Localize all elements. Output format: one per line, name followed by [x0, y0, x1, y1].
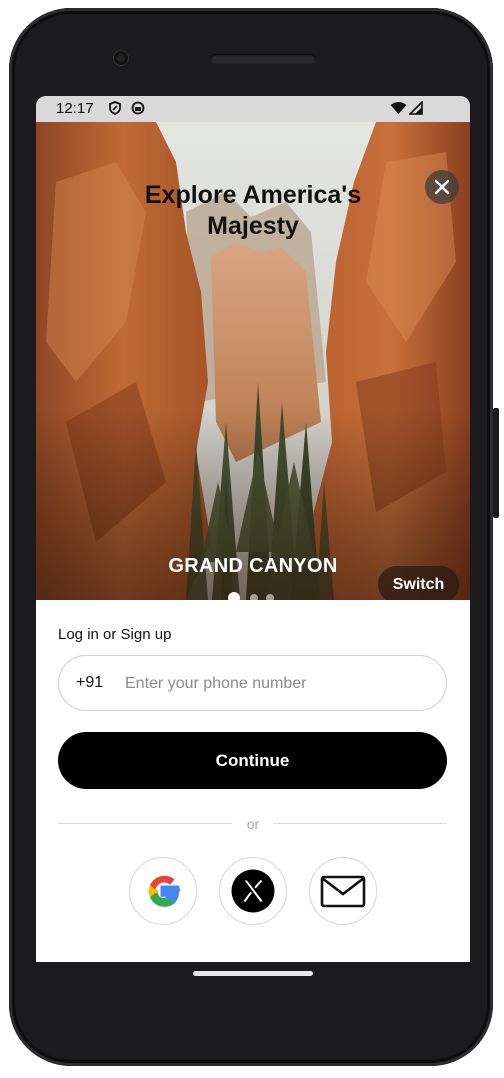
shield-icon: [109, 101, 121, 115]
divider-right: [273, 823, 447, 824]
destination-name: GRAND CANYON: [168, 555, 338, 577]
earpiece-speaker: [210, 54, 316, 64]
x-icon: [231, 869, 275, 913]
status-bar: 12:17: [36, 96, 470, 122]
close-icon: [434, 179, 450, 195]
wifi-icon: [390, 102, 407, 114]
status-time: 12:17: [56, 100, 94, 117]
google-login-button[interactable]: [129, 857, 197, 925]
email-login-button[interactable]: [309, 857, 377, 925]
phone-field[interactable]: +91: [58, 655, 447, 711]
divider-left: [58, 823, 232, 824]
carousel-dot-2[interactable]: [250, 594, 258, 600]
continue-button[interactable]: Continue: [58, 732, 447, 789]
phone-input[interactable]: [123, 666, 437, 702]
app-screen: 12:17 Explore America's Majesty GRAND CA…: [36, 96, 470, 962]
signal-icon: [409, 101, 423, 115]
front-camera: [114, 51, 128, 65]
switch-button[interactable]: Switch: [378, 566, 459, 600]
x-login-button[interactable]: [219, 857, 287, 925]
login-heading: Log in or Sign up: [58, 626, 172, 643]
carousel-dot-1[interactable]: [228, 592, 240, 600]
home-indicator[interactable]: [193, 971, 313, 976]
divider-or: or: [246, 816, 260, 832]
power-button: [493, 408, 499, 518]
google-icon: [148, 875, 180, 907]
hero-carousel[interactable]: Explore America's Majesty GRAND CANYON S…: [36, 122, 470, 600]
hero-title: Explore America's Majesty: [144, 181, 362, 240]
mail-icon: [320, 875, 366, 908]
close-button[interactable]: [425, 170, 459, 204]
country-code[interactable]: +91: [76, 674, 103, 692]
sync-icon: [131, 101, 145, 115]
carousel-dot-3[interactable]: [266, 594, 274, 600]
